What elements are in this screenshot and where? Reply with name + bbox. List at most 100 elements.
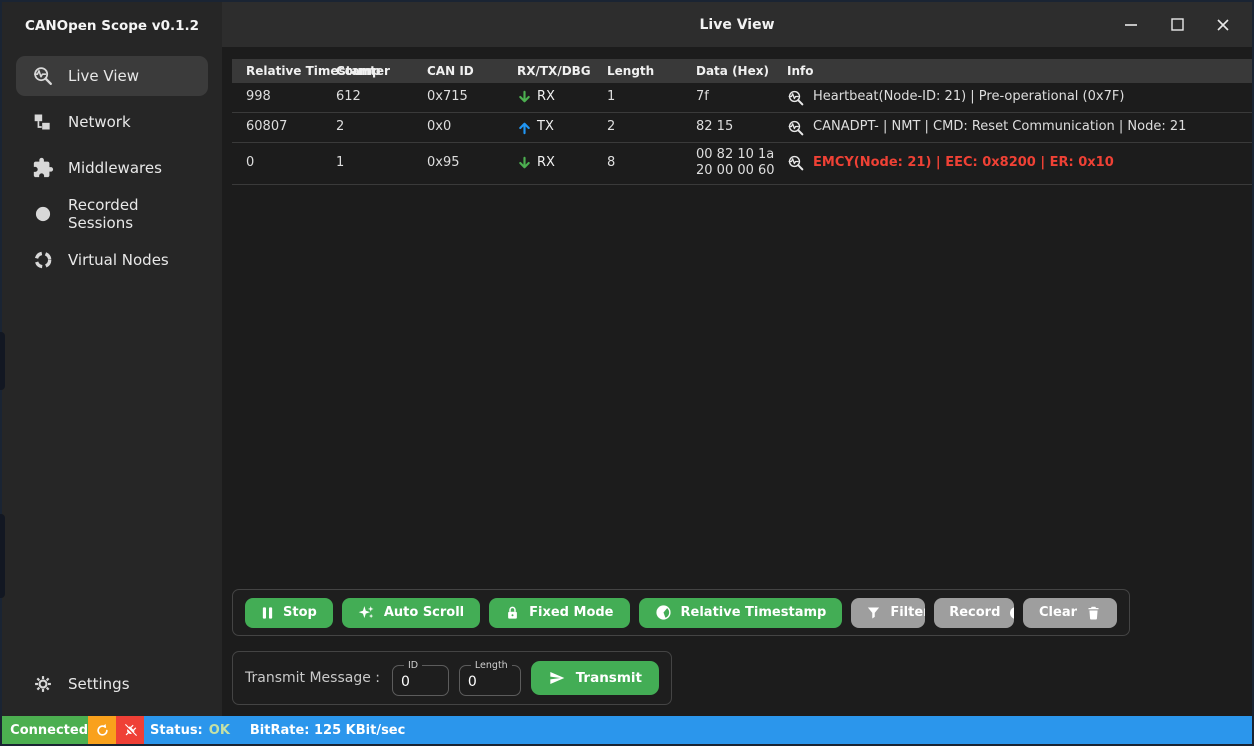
bitrate-label: BitRate: 125 KBit/sec bbox=[250, 723, 405, 738]
main-content: Relative Timestamp Counter CAN ID RX/TX/… bbox=[222, 47, 1252, 716]
status-label: Status: bbox=[150, 723, 203, 738]
record-dot-icon bbox=[1009, 606, 1014, 620]
disconnect-button[interactable] bbox=[116, 716, 144, 744]
record-button[interactable]: Record bbox=[934, 598, 1014, 628]
filter-funnel-icon bbox=[866, 605, 881, 620]
connected-label: Connected bbox=[10, 723, 88, 738]
table-header: Relative Timestamp Counter CAN ID RX/TX/… bbox=[232, 59, 1252, 83]
time-elapsed-icon bbox=[655, 604, 672, 621]
puzzle-icon bbox=[32, 157, 54, 179]
relative-timestamp-label: Relative Timestamp bbox=[681, 605, 827, 620]
sidebar-item-label: Network bbox=[68, 113, 131, 131]
direction-cell: RX bbox=[517, 85, 607, 109]
counter-cell: 612 bbox=[336, 85, 427, 109]
transmit-panel: Transmit Message : ID Length Transmit bbox=[232, 651, 672, 705]
sidebar-item-live-view[interactable]: Live View bbox=[16, 56, 208, 96]
edge-dock-tab[interactable] bbox=[0, 514, 5, 598]
connected-status-badge: Connected bbox=[2, 716, 88, 744]
scope-wave-magnifier-icon bbox=[32, 65, 54, 87]
clear-label: Clear bbox=[1039, 605, 1077, 620]
minimize-icon bbox=[1124, 18, 1138, 32]
direction-label: TX bbox=[537, 119, 554, 135]
sidebar-item-settings[interactable]: Settings bbox=[16, 664, 208, 704]
direction-label: RX bbox=[537, 155, 555, 171]
column-header: Length bbox=[607, 64, 696, 78]
reset-connection-button[interactable] bbox=[88, 716, 116, 744]
sidebar-item-middlewares[interactable]: Middlewares bbox=[16, 148, 208, 188]
table-row[interactable]: 998 612 0x715 RX 1 7f Heartbeat(Node-ID:… bbox=[232, 83, 1252, 113]
counter-cell: 2 bbox=[336, 115, 427, 139]
sidebar-nav: Live View Network Middlewares Recorded S… bbox=[2, 50, 222, 286]
filter-button[interactable]: Filter bbox=[851, 598, 925, 628]
data-hex-cell: 82 15 bbox=[696, 115, 786, 139]
id-field-label: ID bbox=[404, 660, 422, 671]
info-text: EMCY(Node: 21) | EEC: 0x8200 | ER: 0x10 bbox=[813, 155, 1114, 171]
close-icon bbox=[1216, 18, 1230, 32]
length-cell: 1 bbox=[607, 85, 696, 109]
relative-timestamp-cell: 998 bbox=[246, 85, 336, 109]
counter-cell: 1 bbox=[336, 151, 427, 175]
clear-button[interactable]: Clear bbox=[1023, 598, 1117, 628]
auto-scroll-button[interactable]: Auto Scroll bbox=[342, 598, 480, 628]
column-header: Counter bbox=[336, 64, 427, 78]
stop-button[interactable]: Stop bbox=[245, 598, 333, 628]
table-row[interactable]: 60807 2 0x0 TX 2 82 15 CANADPT- | NMT | … bbox=[232, 113, 1252, 143]
transmit-button-label: Transmit bbox=[576, 670, 642, 686]
data-hex-cell: 7f bbox=[696, 85, 786, 109]
rx-down-arrow-icon bbox=[517, 156, 532, 171]
record-label: Record bbox=[949, 605, 1000, 620]
fixed-mode-button[interactable]: Fixed Mode bbox=[489, 598, 629, 628]
can-id-cell: 0x715 bbox=[427, 85, 517, 109]
direction-cell: RX bbox=[517, 151, 607, 175]
trash-icon bbox=[1086, 605, 1101, 621]
sidebar-item-network[interactable]: Network bbox=[16, 102, 208, 142]
direction-label: RX bbox=[537, 89, 555, 105]
plug-off-icon bbox=[123, 723, 138, 738]
sidebar: CANOpen Scope v0.1.2 Live View Network M… bbox=[2, 2, 222, 716]
relative-timestamp-cell: 60807 bbox=[246, 115, 336, 139]
maximize-button[interactable] bbox=[1154, 2, 1200, 47]
column-header: RX/TX/DBG bbox=[517, 64, 607, 78]
column-header: Relative Timestamp bbox=[246, 64, 336, 78]
record-button-group: Record bbox=[934, 598, 1014, 628]
transmit-length-field: Length bbox=[459, 660, 521, 696]
relative-timestamp-button[interactable]: Relative Timestamp bbox=[639, 598, 843, 628]
filled-circle-icon bbox=[32, 203, 54, 225]
transmit-button[interactable]: Transmit bbox=[531, 661, 659, 695]
sidebar-item-virtual-nodes[interactable]: Virtual Nodes bbox=[16, 240, 208, 280]
auto-scroll-label: Auto Scroll bbox=[384, 605, 464, 620]
sidebar-item-recorded-sessions[interactable]: Recorded Sessions bbox=[16, 194, 208, 234]
fixed-mode-label: Fixed Mode bbox=[529, 605, 613, 620]
status-info-bar: Status: OK BitRate: 125 KBit/sec bbox=[144, 716, 1252, 744]
sidebar-item-label: Live View bbox=[68, 67, 139, 85]
status-value: OK bbox=[209, 723, 230, 738]
page-title: Live View bbox=[222, 2, 1252, 47]
sidebar-item-label: Virtual Nodes bbox=[68, 251, 169, 269]
can-id-cell: 0x0 bbox=[427, 115, 517, 139]
transmit-label: Transmit Message : bbox=[245, 670, 380, 686]
lock-icon bbox=[505, 605, 520, 621]
column-header: Info bbox=[787, 64, 1252, 78]
id-input[interactable] bbox=[401, 674, 440, 690]
info-cell: CANADPT- | NMT | CMD: Reset Communicatio… bbox=[787, 115, 1252, 141]
tx-up-arrow-icon bbox=[517, 120, 532, 135]
close-button[interactable] bbox=[1200, 2, 1246, 47]
sparkles-icon bbox=[358, 604, 375, 621]
transmit-id-field: ID bbox=[392, 660, 449, 696]
scope-wave-magnifier-icon bbox=[787, 119, 805, 137]
stop-label: Stop bbox=[283, 605, 317, 620]
length-cell: 8 bbox=[607, 151, 696, 175]
rx-down-arrow-icon bbox=[517, 90, 532, 105]
table-row[interactable]: 0 1 0x95 RX 8 00 82 10 1a 20 00 00 60 EM… bbox=[232, 143, 1252, 185]
info-text: Heartbeat(Node-ID: 21) | Pre-operational… bbox=[813, 89, 1124, 105]
length-field-label: Length bbox=[471, 660, 512, 671]
info-text: CANADPT- | NMT | CMD: Reset Communicatio… bbox=[813, 119, 1186, 135]
edge-dock-tab[interactable] bbox=[0, 332, 5, 390]
minimize-button[interactable] bbox=[1108, 2, 1154, 47]
pause-icon bbox=[261, 606, 274, 620]
can-id-cell: 0x95 bbox=[427, 151, 517, 175]
network-tree-icon bbox=[32, 111, 54, 133]
length-input[interactable] bbox=[468, 674, 512, 690]
message-table: Relative Timestamp Counter CAN ID RX/TX/… bbox=[232, 59, 1252, 185]
relative-timestamp-cell: 0 bbox=[246, 151, 336, 175]
